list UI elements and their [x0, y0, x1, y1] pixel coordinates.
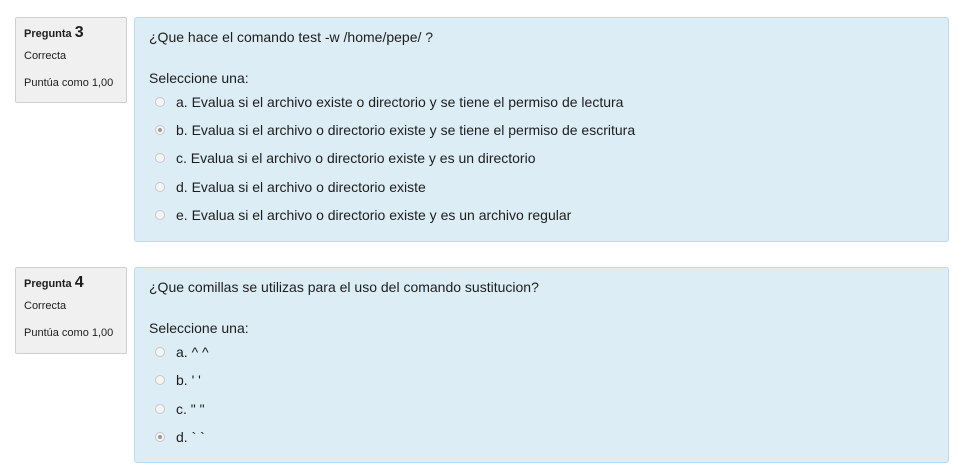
answer-label: e. Evalua si el archivo o directorio exi… [176, 207, 572, 223]
question-content: ¿Que hace el comando test -w /home/pepe/… [134, 17, 949, 242]
question-text: ¿Que hace el comando test -w /home/pepe/… [149, 29, 434, 45]
question-state: Correcta [24, 50, 67, 62]
question-state: Correcta [24, 300, 67, 312]
answer-option-c[interactable]: c. " " [155, 400, 205, 418]
radio-button[interactable] [155, 182, 165, 192]
answer-label: b. ' ' [176, 372, 201, 388]
answer-label: c. Evalua si el archivo o directorio exi… [176, 150, 536, 166]
answer-label: d. Evalua si el archivo o directorio exi… [176, 179, 426, 195]
answer-label: c. " " [176, 401, 205, 417]
question-info: Pregunta 3 Correcta Puntúa como 1,00 [15, 17, 127, 103]
radio-button-selected[interactable] [155, 125, 165, 135]
answer-label: d. ` ` [176, 429, 205, 445]
radio-button[interactable] [155, 404, 165, 414]
radio-button[interactable] [155, 375, 165, 385]
answer-option-a[interactable]: a. Evalua si el archivo existe o directo… [155, 93, 623, 111]
answer-option-b[interactable]: b. Evalua si el archivo o directorio exi… [155, 121, 635, 139]
answer-prompt: Seleccione una: [149, 320, 249, 336]
question-number: 3 [74, 24, 84, 41]
radio-button[interactable] [155, 210, 165, 220]
question-label: Pregunta [24, 278, 72, 290]
answer-option-d[interactable]: d. Evalua si el archivo o directorio exi… [155, 178, 426, 196]
answer-option-c[interactable]: c. Evalua si el archivo o directorio exi… [155, 149, 536, 167]
answer-option-a[interactable]: a. ^ ^ [155, 343, 209, 361]
answer-label: b. Evalua si el archivo o directorio exi… [176, 122, 636, 138]
question-grade: Puntúa como 1,00 [24, 77, 114, 89]
question-grade: Puntúa como 1,00 [24, 327, 114, 339]
radio-button[interactable] [155, 347, 165, 357]
question-label: Pregunta [24, 28, 72, 40]
question-text: ¿Que comillas se utilizas para el uso de… [149, 279, 539, 295]
answer-option-e[interactable]: e. Evalua si el archivo o directorio exi… [155, 206, 571, 224]
answer-option-d[interactable]: d. ` ` [155, 428, 205, 446]
radio-button[interactable] [155, 153, 165, 163]
answer-option-b[interactable]: b. ' ' [155, 371, 201, 389]
radio-button[interactable] [155, 97, 165, 107]
question-number: 4 [74, 274, 84, 291]
answer-label: a. Evalua si el archivo existe o directo… [176, 94, 624, 110]
question-info: Pregunta 4 Correcta Puntúa como 1,00 [15, 267, 127, 354]
answer-label: a. ^ ^ [176, 344, 209, 360]
radio-button-selected[interactable] [155, 432, 165, 442]
answer-prompt: Seleccione una: [149, 70, 249, 86]
question-number-line: Pregunta 3 [24, 24, 126, 42]
question-content: ¿Que comillas se utilizas para el uso de… [134, 267, 949, 463]
question-number-line: Pregunta 4 [24, 274, 126, 292]
